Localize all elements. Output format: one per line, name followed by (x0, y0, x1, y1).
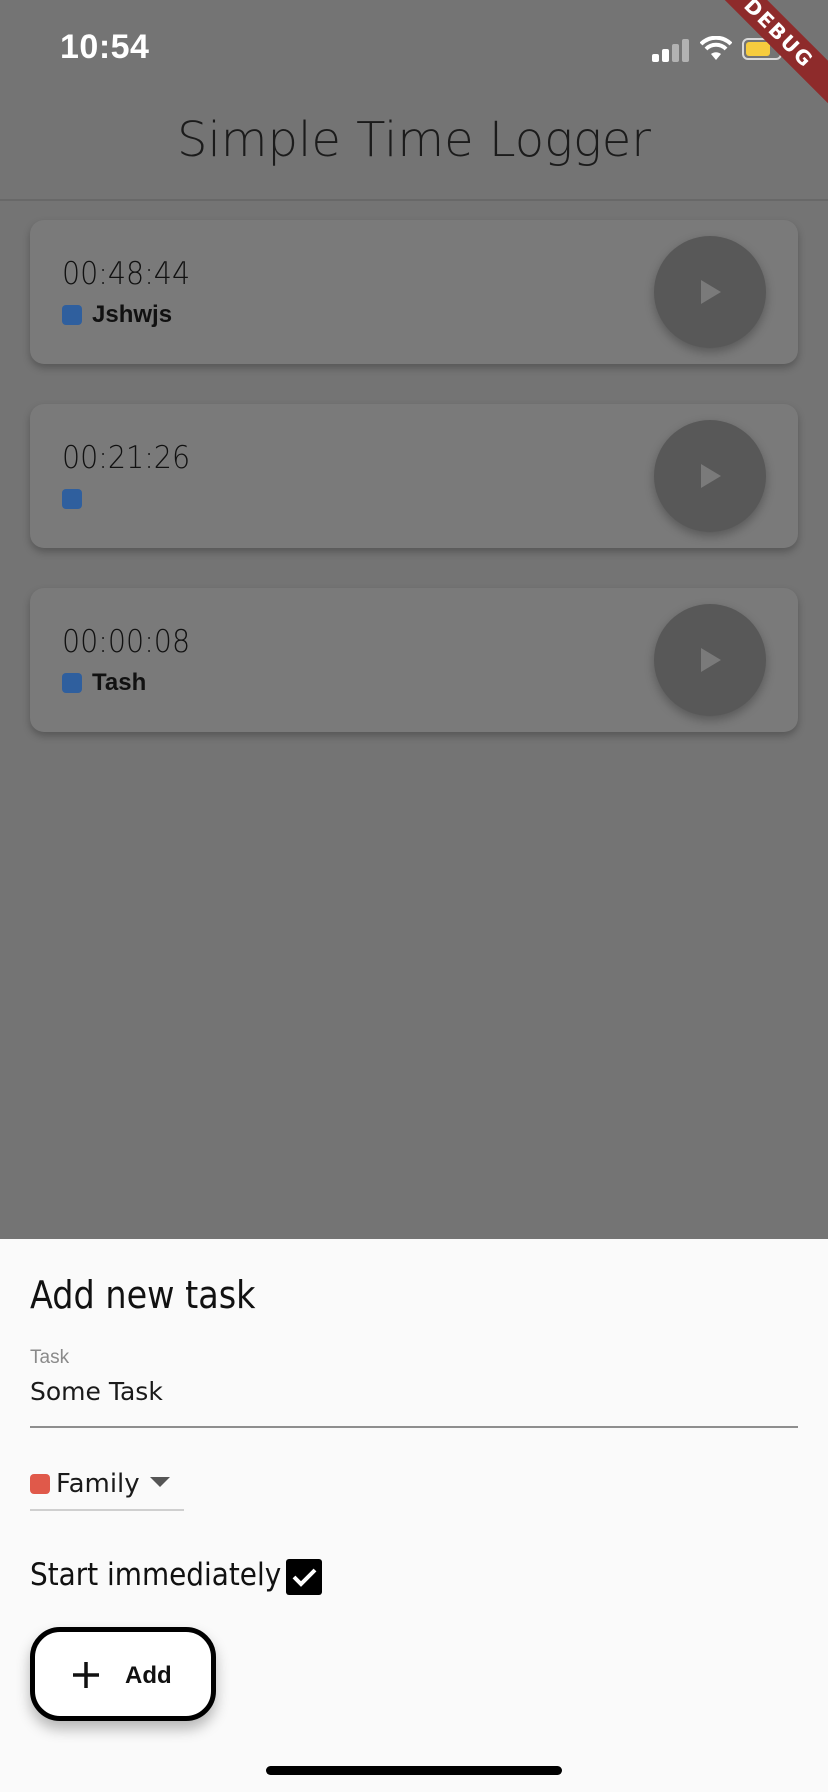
add-button-label: Add (125, 1662, 172, 1689)
task-duration: 00:00:08 (62, 624, 191, 660)
status-bar: 10:54 (0, 0, 828, 100)
cellular-signal-icon (652, 38, 690, 62)
home-indicator[interactable] (266, 1766, 562, 1775)
plus-icon (73, 1662, 99, 1688)
play-icon (701, 280, 721, 304)
task-tag: Tash (62, 669, 147, 696)
task-card[interactable]: 00:00:08 Tash (30, 588, 798, 732)
wifi-icon (700, 36, 732, 60)
status-time: 10:54 (60, 28, 150, 66)
task-duration: 00:48:44 (62, 256, 191, 292)
task-tag: Jshwjs (62, 301, 173, 328)
chevron-down-icon (150, 1477, 170, 1487)
start-immediately-checkbox[interactable] (286, 1559, 322, 1595)
play-button[interactable] (654, 604, 766, 716)
task-card[interactable]: 00:21:26 (30, 404, 798, 548)
task-tag (62, 488, 92, 510)
add-task-sheet: Add new task Task Family Start immediate… (0, 1239, 828, 1792)
app-bar-divider (0, 199, 828, 201)
sheet-title: Add new task (30, 1273, 256, 1317)
play-icon (701, 464, 721, 488)
task-duration: 00:21:26 (62, 440, 191, 476)
play-button[interactable] (654, 420, 766, 532)
task-input[interactable] (30, 1371, 798, 1411)
start-immediately-label: Start immediately (30, 1557, 282, 1593)
tag-color-swatch (62, 489, 82, 509)
app-screen: 10:54 DEBUG Simple Time Logger 00:48:44 … (0, 0, 828, 1792)
add-task-button[interactable]: Add (30, 1627, 216, 1721)
task-input-underline (30, 1426, 798, 1428)
app-title: Simple Time Logger (176, 112, 652, 168)
category-color-swatch (30, 1474, 50, 1494)
category-dropdown[interactable]: Family (30, 1461, 184, 1511)
task-field-label: Task (30, 1347, 70, 1368)
check-icon (292, 1568, 317, 1587)
category-selected-label: Family (56, 1469, 140, 1499)
task-label: Jshwjs (92, 301, 173, 328)
tag-color-swatch (62, 673, 82, 693)
tag-color-swatch (62, 305, 82, 325)
category-dropdown-underline (30, 1509, 184, 1511)
task-card[interactable]: 00:48:44 Jshwjs (30, 220, 798, 364)
play-icon (701, 648, 721, 672)
task-label: Tash (92, 669, 147, 696)
play-button[interactable] (654, 236, 766, 348)
